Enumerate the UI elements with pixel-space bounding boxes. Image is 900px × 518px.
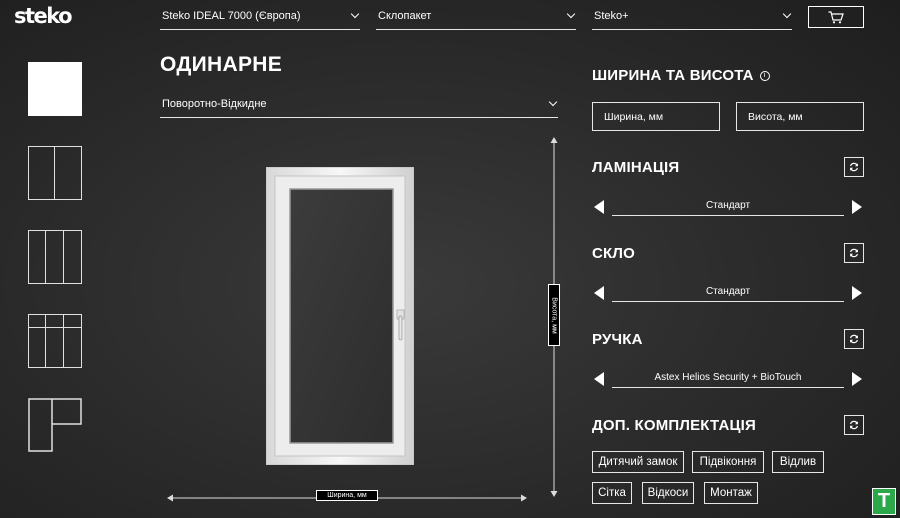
refresh-icon <box>850 162 858 172</box>
lamination-section-title: ЛАМІНАЦІЯ <box>592 159 680 176</box>
chip-label: Монтаж <box>710 487 752 499</box>
refresh-icon <box>850 334 858 344</box>
window-type-door-window[interactable] <box>28 398 82 452</box>
window-type-triple[interactable] <box>28 230 82 284</box>
size-title-text: ШИРИНА ТА ВИСОТА <box>592 67 754 84</box>
chip-label: Відлив <box>779 456 817 468</box>
arrow-left-icon[interactable] <box>594 200 604 214</box>
chip-label: Підвіконня <box>699 456 757 468</box>
glass-selector: Стандарт <box>594 284 862 302</box>
refresh-icon <box>850 420 858 430</box>
chip-label: Відкоси <box>647 487 689 499</box>
extra-installation-button[interactable]: Монтаж <box>704 482 758 504</box>
width-input[interactable]: Ширина, мм <box>592 102 720 131</box>
glass-section-title: СКЛО <box>592 245 635 262</box>
handle-value: Astex Helios Security + BioTouch <box>612 370 844 388</box>
chip-label: Сітка <box>598 487 626 499</box>
page-title: ОДИНАРНЕ <box>160 53 283 76</box>
height-input[interactable]: Висота, мм <box>736 102 864 131</box>
divider <box>63 231 64 283</box>
handle-reset-button[interactable] <box>844 329 864 349</box>
window-type-double[interactable] <box>28 146 82 200</box>
width-dimension-label[interactable]: Ширина, мм <box>316 490 378 501</box>
glass-unit-select-value: Склопакет <box>378 10 432 22</box>
chevron-down-icon <box>548 97 558 107</box>
arrow-right-icon[interactable] <box>852 200 862 214</box>
extra-mosquito-net-button[interactable]: Сітка <box>592 482 632 504</box>
height-input-placeholder: Висота, мм <box>748 111 803 123</box>
divider <box>45 231 46 283</box>
lamination-reset-button[interactable] <box>844 157 864 177</box>
window-preview <box>265 166 415 466</box>
extra-child-lock-button[interactable]: Дитячий замок <box>592 451 684 473</box>
arrow-left-icon[interactable] <box>594 286 604 300</box>
steko-logo[interactable]: steko <box>14 4 73 28</box>
chevron-down-icon <box>566 9 576 19</box>
divider <box>54 147 55 199</box>
extra-windowsill-button[interactable]: Підвіконня <box>692 451 764 473</box>
t-badge[interactable]: T <box>872 488 896 515</box>
chevron-down-icon <box>782 9 792 19</box>
lamination-selector: Стандарт <box>594 198 862 216</box>
width-input-placeholder: Ширина, мм <box>604 111 664 123</box>
door-window-icon <box>28 398 82 452</box>
extra-drip-button[interactable]: Відлив <box>772 451 824 473</box>
extra-slopes-button[interactable]: Відкоси <box>642 482 694 504</box>
divider <box>29 327 81 328</box>
glass-unit-select[interactable]: Склопакет <box>376 4 576 30</box>
handle-section-title: РУЧКА <box>592 331 643 348</box>
height-label-text: Висота, мм <box>550 296 558 334</box>
cart-button[interactable] <box>808 6 864 28</box>
info-icon[interactable]: i <box>759 71 770 82</box>
arrow-left-icon[interactable] <box>594 372 604 386</box>
glass-reset-button[interactable] <box>844 243 864 263</box>
window-type-single[interactable] <box>28 62 82 116</box>
extras-reset-button[interactable] <box>844 415 864 435</box>
chip-label: Дитячий замок <box>598 456 678 468</box>
extras-section-title: ДОП. КОМПЛЕКТАЦІЯ <box>592 417 756 434</box>
refresh-icon <box>850 248 858 258</box>
cart-icon <box>828 10 844 23</box>
fittings-select-value: Steko+ <box>594 10 629 22</box>
size-section-title: ШИРИНА ТА ВИСОТА i <box>592 67 770 84</box>
divider <box>45 315 46 367</box>
divider <box>63 315 64 367</box>
arrow-right-icon[interactable] <box>852 286 862 300</box>
chevron-down-icon <box>350 9 360 19</box>
profile-select-value: Steko IDEAL 7000 (Європа) <box>162 10 301 22</box>
window-type-triple-transom[interactable] <box>28 314 82 368</box>
lamination-value: Стандарт <box>612 198 844 216</box>
glass-value: Стандарт <box>612 284 844 302</box>
width-label-text: Ширина, мм <box>327 492 367 499</box>
opening-type-select[interactable]: Поворотно-Відкидне <box>160 92 558 118</box>
height-dimension-label[interactable]: Висота, мм <box>548 284 560 346</box>
handle-selector: Astex Helios Security + BioTouch <box>594 370 862 388</box>
opening-type-value: Поворотно-Відкидне <box>162 98 267 110</box>
fittings-select[interactable]: Steko+ <box>592 4 792 30</box>
profile-select[interactable]: Steko IDEAL 7000 (Європа) <box>160 4 360 30</box>
arrow-right-icon[interactable] <box>852 372 862 386</box>
